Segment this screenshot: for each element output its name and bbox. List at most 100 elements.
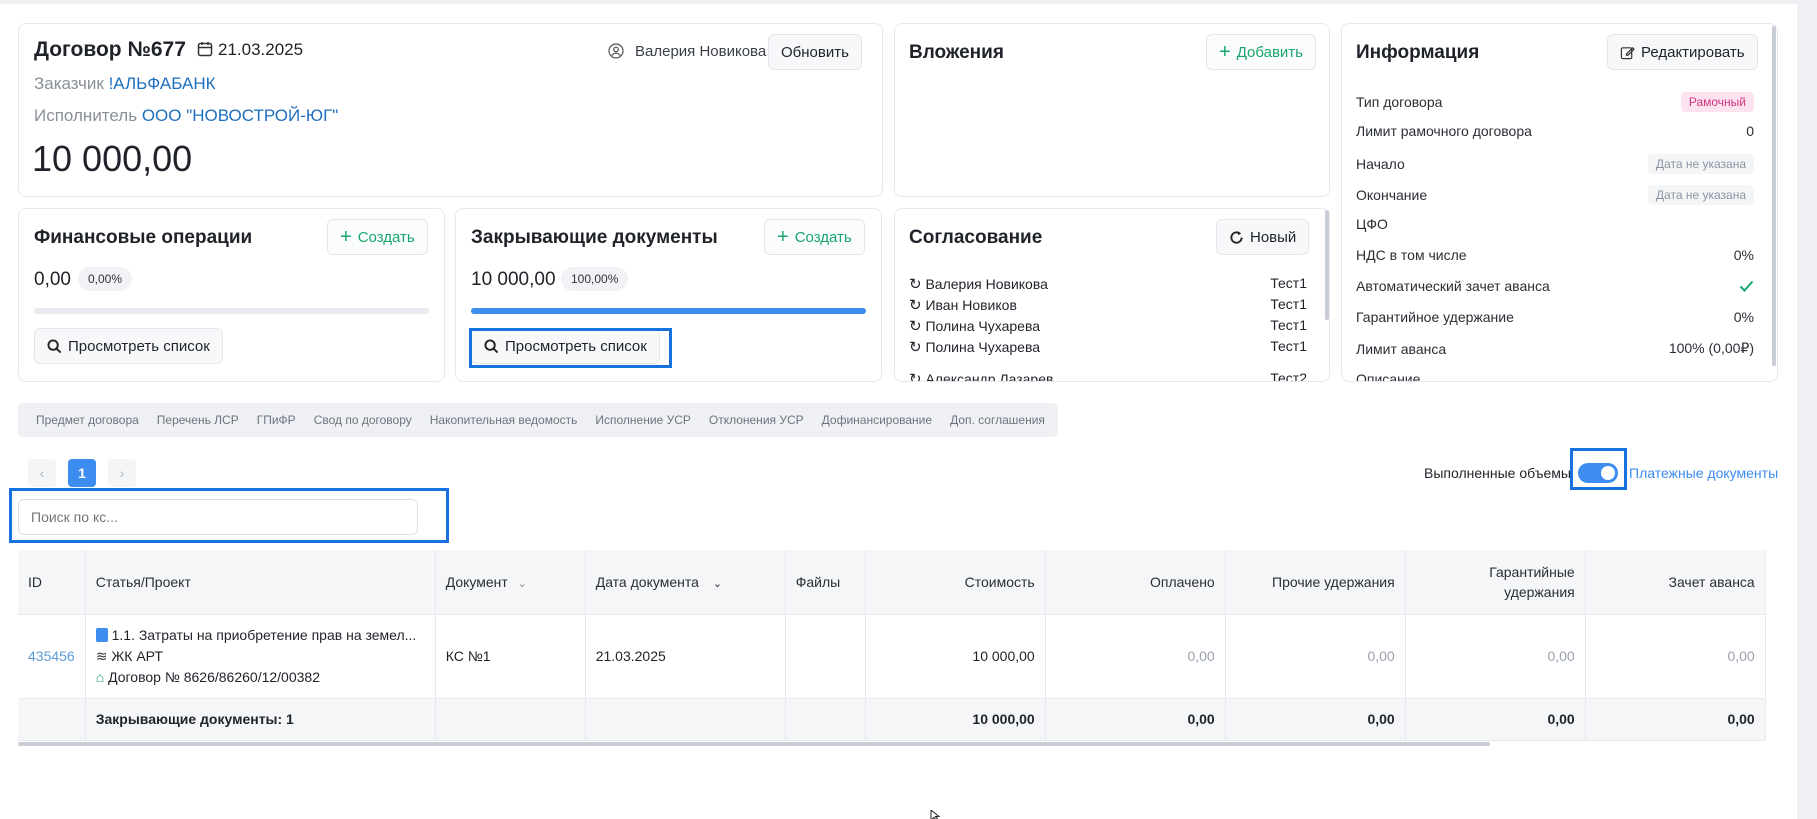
tab-subject[interactable]: Предмет договора bbox=[27, 413, 148, 427]
col-date-label: Дата документа bbox=[595, 573, 699, 590]
refresh-icon: ↻ bbox=[909, 371, 922, 381]
chevron-down-icon: ⌄ bbox=[712, 577, 722, 590]
create-closing-button[interactable]: + Создать bbox=[764, 219, 865, 255]
info-scrollbar[interactable] bbox=[1772, 26, 1776, 366]
info-row-advance-limit: Лимит аванса 100% (0,00₽) bbox=[1356, 340, 1754, 357]
info-label: Окончание bbox=[1356, 187, 1428, 203]
cell-files bbox=[785, 614, 866, 699]
approval-item: ↻ Валерия Новикова Тест1 bbox=[909, 275, 1307, 293]
approval-status: Тест1 bbox=[1270, 296, 1307, 312]
closing-docs-title: Закрывающие документы bbox=[471, 227, 718, 248]
info-row-type: Тип договора Рамочный bbox=[1356, 92, 1754, 112]
search-icon bbox=[47, 338, 62, 354]
add-attachment-label: Добавить bbox=[1236, 43, 1303, 61]
closing-progress-fill bbox=[471, 308, 866, 314]
total-empty-cell bbox=[585, 698, 786, 741]
highlight-closing-view-list bbox=[469, 328, 672, 368]
top-strip bbox=[0, 0, 1817, 4]
closing-docs-table: ID Статья/Проект Документ ⌄ Дата докумен… bbox=[18, 550, 1766, 741]
cell-other: 0,00 bbox=[1225, 614, 1406, 699]
mouse-cursor-icon bbox=[930, 808, 942, 819]
col-id[interactable]: ID bbox=[18, 550, 86, 615]
col-document[interactable]: Документ ⌄ bbox=[435, 550, 586, 615]
info-label: Начало bbox=[1356, 156, 1405, 172]
refresh-icon: ↻ bbox=[909, 276, 922, 293]
tab-additional-agreements[interactable]: Доп. соглашения bbox=[941, 413, 1054, 427]
tab-lsr-list[interactable]: Перечень ЛСР bbox=[148, 413, 248, 427]
customer-line: Заказчик !АЛЬФАБАНК bbox=[34, 74, 216, 94]
refresh-button[interactable]: Обновить bbox=[768, 34, 862, 70]
tab-summary[interactable]: Свод по договору bbox=[305, 413, 421, 427]
edit-button[interactable]: Редактировать bbox=[1607, 34, 1758, 70]
create-finance-button[interactable]: + Создать bbox=[327, 219, 428, 255]
cell-cost: 10 000,00 bbox=[865, 614, 1046, 699]
info-value: 0% bbox=[1733, 309, 1754, 325]
customer-link[interactable]: !АЛЬФАБАНК bbox=[109, 74, 216, 93]
col-other-deductions[interactable]: Прочие удержания bbox=[1225, 550, 1406, 615]
total-empty-cell bbox=[785, 698, 866, 741]
approval-item: ↻ Иван Новиков Тест1 bbox=[909, 296, 1307, 314]
payment-docs-link[interactable]: Платежные документы bbox=[1629, 465, 1778, 481]
col-advance[interactable]: Зачет аванса bbox=[1585, 550, 1766, 615]
pager-current-page[interactable]: 1 bbox=[68, 459, 96, 487]
done-volumes-label: Выполненные объемы bbox=[1424, 465, 1571, 481]
col-files[interactable]: Файлы bbox=[785, 550, 866, 615]
right-strip bbox=[1797, 0, 1817, 819]
create-closing-label: Создать bbox=[794, 228, 852, 246]
tab-cofinancing[interactable]: Дофинансирование bbox=[813, 413, 941, 427]
pager-prev-button[interactable]: ‹ bbox=[28, 459, 56, 487]
pager-next-button[interactable]: › bbox=[108, 459, 136, 487]
info-label: Лимит рамочного договора bbox=[1356, 123, 1532, 139]
contractor-line: Исполнитель ООО "НОВОСТРОЙ-ЮГ" bbox=[34, 106, 338, 126]
col-article[interactable]: Статья/Проект bbox=[85, 550, 436, 615]
cell-id[interactable]: 435456 bbox=[18, 614, 86, 699]
col-paid[interactable]: Оплачено bbox=[1045, 550, 1226, 615]
table-horizontal-scrollbar[interactable] bbox=[18, 742, 1490, 746]
info-row-cfo: ЦФО bbox=[1356, 216, 1754, 232]
info-row-auto-advance: Автоматический зачет аванса bbox=[1356, 278, 1754, 294]
approver-name: Иван Новиков bbox=[925, 297, 1017, 313]
approval-scrollbar[interactable] bbox=[1325, 210, 1329, 320]
finance-view-list-button[interactable]: Просмотреть список bbox=[34, 328, 223, 364]
new-approval-button[interactable]: Новый bbox=[1216, 219, 1310, 255]
contractor-label: Исполнитель bbox=[34, 106, 138, 125]
col-guarantee[interactable]: Гарантийные удержания bbox=[1405, 550, 1586, 615]
total-paid: 0,00 bbox=[1045, 698, 1226, 741]
total-label: Закрывающие документы: 1 bbox=[85, 698, 436, 741]
add-attachment-button[interactable]: + Добавить bbox=[1206, 34, 1316, 70]
info-row-start: Начало Дата не указана bbox=[1356, 154, 1754, 174]
project-text: ЖК АРТ bbox=[111, 647, 163, 664]
finance-view-list-label: Просмотреть список bbox=[68, 337, 210, 355]
info-row-end: Окончание Дата не указана bbox=[1356, 185, 1754, 205]
cell-article: 1.1. Затраты на приобретение прав на зем… bbox=[85, 614, 436, 699]
edit-icon bbox=[1620, 45, 1635, 60]
contract-amount: 10 000,00 bbox=[32, 138, 193, 179]
approval-item: ↻ Александр Лазарев Тест2 bbox=[909, 370, 1307, 381]
tab-usr-execution[interactable]: Исполнение УСР bbox=[586, 413, 699, 427]
cell-document: КС №1 bbox=[435, 614, 586, 699]
tab-gpifr[interactable]: ГПиФР bbox=[248, 413, 305, 427]
info-label: Описание bbox=[1356, 371, 1421, 381]
tab-cumulative[interactable]: Накопительная ведомость bbox=[421, 413, 587, 427]
plus-icon: + bbox=[340, 226, 352, 248]
table-row[interactable]: 435456 1.1. Затраты на приобретение прав… bbox=[18, 614, 1766, 699]
approval-status: Тест1 bbox=[1270, 317, 1307, 333]
tab-usr-deviations[interactable]: Отклонения УСР bbox=[700, 413, 813, 427]
approval-status: Тест2 bbox=[1270, 370, 1307, 381]
info-row-guarantee: Гарантийное удержание 0% bbox=[1356, 309, 1754, 325]
highlight-toggle bbox=[1570, 448, 1627, 490]
contractor-link[interactable]: ООО "НОВОСТРОЙ-ЮГ" bbox=[142, 106, 339, 125]
start-date-badge: Дата не указана bbox=[1647, 154, 1754, 174]
layers-icon: ≋ bbox=[95, 647, 108, 664]
article-text: 1.1. Затраты на приобретение прав на зем… bbox=[111, 626, 417, 643]
info-value: 0% bbox=[1733, 247, 1754, 263]
info-label: ЦФО bbox=[1356, 216, 1388, 232]
info-label: НДС в том числе bbox=[1356, 247, 1467, 263]
col-cost[interactable]: Стоимость bbox=[865, 550, 1046, 615]
create-finance-label: Создать bbox=[357, 228, 415, 246]
approval-status: Тест1 bbox=[1270, 338, 1307, 354]
info-value: 0 bbox=[1746, 123, 1754, 139]
customer-label: Заказчик bbox=[34, 74, 104, 93]
col-date[interactable]: Дата документа ⌄ bbox=[585, 550, 786, 615]
info-value: 100% (0,00₽) bbox=[1668, 340, 1754, 356]
